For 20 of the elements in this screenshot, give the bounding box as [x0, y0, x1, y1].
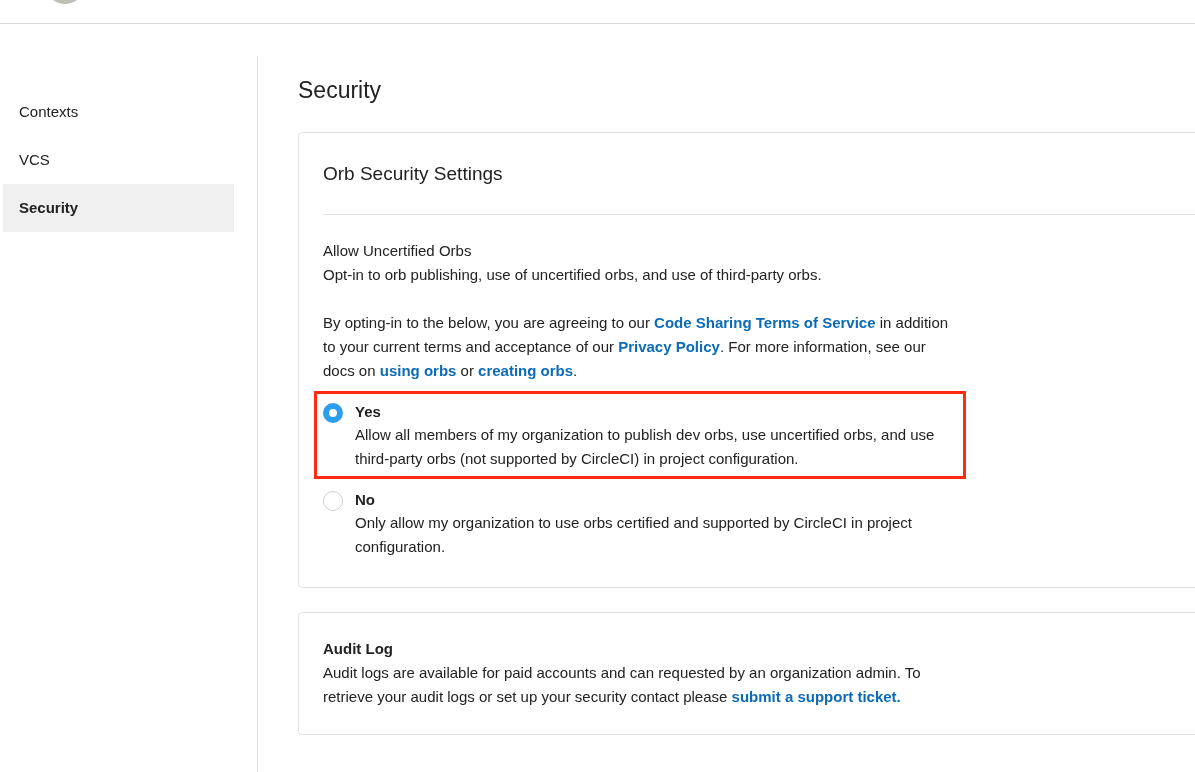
setting-description: Opt-in to orb publishing, use of uncertified orbs, and use of third-party orbs.	[323, 265, 823, 285]
link[interactable]: Code Sharing Terms of Service	[654, 314, 876, 331]
radio-button[interactable]	[323, 403, 343, 423]
sidebar-item[interactable]: VCS	[3, 136, 234, 184]
sidebar-item[interactable]: Security	[3, 184, 234, 232]
card-title: Audit Log	[323, 639, 394, 659]
link[interactable]: submit a support ticket.	[731, 688, 901, 705]
setting-label: Allow Uncertified Orbs	[323, 241, 473, 261]
option-label: Yes	[355, 402, 382, 422]
link[interactable]: Privacy Policy	[618, 338, 720, 355]
radio-button[interactable]	[323, 491, 343, 511]
link[interactable]: using orbs	[379, 362, 457, 379]
card-title: Orb Security Settings	[323, 133, 1195, 215]
notice-text: By opting-in to the below, you are agreeing to our Code Sharing Terms of Service in addition to your current terms and acceptance of our Privacy Policy. For more information, see our docs on using orbs or creating orbs.	[323, 313, 950, 381]
option-description: Only allow my organization to use orbs certified and supported by CircleCI in project configuration.	[355, 513, 913, 557]
audit-text: Audit logs are available for paid accounts and can requested by an organization admin. To retrieve your audit logs or set up your security contact please submit a support ticket.	[323, 663, 922, 707]
page-title: Security	[298, 76, 383, 104]
option-description: Allow all members of my organization to publish dev orbs, use uncertified orbs, and use third-party orbs (not supported by CircleCI) in project configuration.	[355, 425, 936, 469]
option-label: No	[355, 490, 376, 510]
sidebar-item[interactable]: Contexts	[3, 88, 234, 136]
